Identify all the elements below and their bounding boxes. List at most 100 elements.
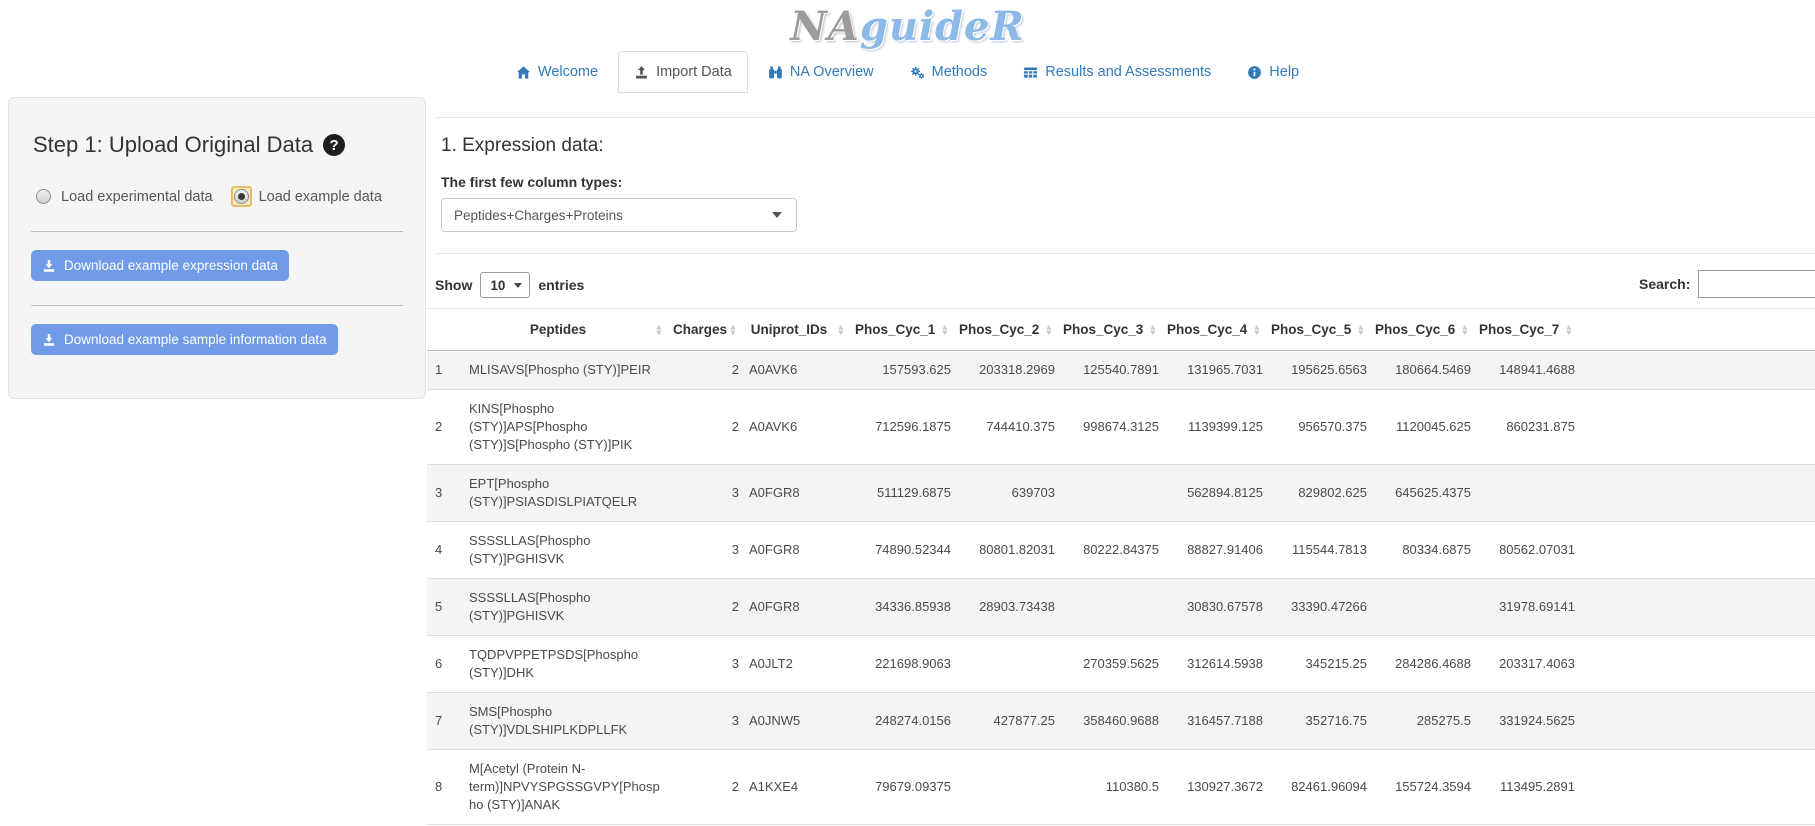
radio-circle-icon xyxy=(36,189,51,204)
entries-label: entries xyxy=(538,277,584,293)
peptide-cell: TQDPVPPETPSDS[Phospho (STY)]DHK xyxy=(461,636,667,693)
table-row: 5 SSSSLLAS[Phospho (STY)]PGHISVK 2 A0FGR… xyxy=(427,579,1815,636)
value-cell xyxy=(1369,579,1473,636)
value-cell: 28903.73438 xyxy=(953,579,1057,636)
column-header-peptides[interactable]: Peptides▲▼ xyxy=(461,309,667,351)
value-cell: 352716.75 xyxy=(1265,693,1369,750)
charge-cell: 3 xyxy=(667,465,741,522)
radio-label: Load experimental data xyxy=(61,189,213,205)
column-types-label: The first few column types: xyxy=(441,174,1815,190)
value-cell: 148941.4688 xyxy=(1473,351,1577,390)
row-number: 8 xyxy=(427,750,461,825)
column-header-phos-cyc-5[interactable]: Phos_Cyc_5▲▼ xyxy=(1265,309,1369,351)
search-input[interactable] xyxy=(1698,270,1815,298)
uniprot-cell: A0JNW5 xyxy=(741,693,849,750)
value-cell: 829802.625 xyxy=(1265,465,1369,522)
tab-na-overview[interactable]: NA Overview xyxy=(752,51,890,93)
peptide-cell: SSSSLLAS[Phospho (STY)]PGHISVK xyxy=(461,579,667,636)
value-cell: 1139399.125 xyxy=(1161,390,1265,465)
tab-label: Results and Assessments xyxy=(1045,64,1211,80)
radio-load-example[interactable]: Load example data xyxy=(231,186,382,207)
uniprot-cell: A0AVK6 xyxy=(741,351,849,390)
uniprot-cell: A0FGR8 xyxy=(741,579,849,636)
value-cell: 562894.8125 xyxy=(1161,465,1265,522)
page-length-control: Show 10 entries xyxy=(435,272,584,298)
row-number: 2 xyxy=(427,390,461,465)
peptide-cell: KINS[Phospho (STY)]APS[Phospho (STY)]S[P… xyxy=(461,390,667,465)
binoculars-icon xyxy=(768,65,783,80)
download-expression-data-button[interactable]: Download example expression data xyxy=(31,250,289,281)
row-number: 4 xyxy=(427,522,461,579)
value-cell: 248274.0156 xyxy=(849,693,953,750)
info-icon xyxy=(1247,65,1262,80)
value-cell: 80801.82031 xyxy=(953,522,1057,579)
sort-icon: ▲▼ xyxy=(729,323,737,336)
value-cell: 155724.3594 xyxy=(1369,750,1473,825)
value-cell: 203317.4063 xyxy=(1473,636,1577,693)
spacer-cell xyxy=(1577,693,1815,750)
radio-load-experimental[interactable]: Load experimental data xyxy=(33,186,213,207)
column-header-phos-cyc-3[interactable]: Phos_Cyc_3▲▼ xyxy=(1057,309,1161,351)
button-label: Download example expression data xyxy=(64,258,278,273)
column-types-select[interactable]: Peptides+Charges+Proteins xyxy=(441,198,797,232)
value-cell: 115544.7813 xyxy=(1265,522,1369,579)
spacer-cell xyxy=(1577,636,1815,693)
divider xyxy=(435,253,1815,254)
value-cell: 88827.91406 xyxy=(1161,522,1265,579)
value-cell: 1120045.625 xyxy=(1369,390,1473,465)
row-number: 6 xyxy=(427,636,461,693)
caret-down-icon xyxy=(772,212,782,218)
tab-welcome[interactable]: Welcome xyxy=(500,51,614,93)
sort-icon: ▲▼ xyxy=(1149,323,1157,336)
peptide-cell: EPT[Phospho (STY)]PSIASDISLPIATQELR xyxy=(461,465,667,522)
charge-cell: 3 xyxy=(667,636,741,693)
value-cell: 956570.375 xyxy=(1265,390,1369,465)
table-header-row: Peptides▲▼ Charges▲▼ Uniprot_IDs▲▼ Phos_… xyxy=(427,309,1815,351)
value-cell: 34336.85938 xyxy=(849,579,953,636)
logo-part-gray: NA xyxy=(790,3,860,50)
column-header-charges[interactable]: Charges▲▼ xyxy=(667,309,741,351)
tab-help[interactable]: Help xyxy=(1231,51,1315,93)
search-label: Search: xyxy=(1639,276,1690,292)
value-cell: 82461.96094 xyxy=(1265,750,1369,825)
value-cell: 131965.7031 xyxy=(1161,351,1265,390)
spacer-cell xyxy=(1577,351,1815,390)
uniprot-cell: A1KXE4 xyxy=(741,750,849,825)
table-controls: Show 10 entries Search: xyxy=(427,270,1815,306)
app-logo: NAguideR xyxy=(0,0,1815,49)
tab-methods[interactable]: Methods xyxy=(894,51,1004,93)
question-help-icon[interactable]: ? xyxy=(323,134,345,156)
column-header-uniprot-ids[interactable]: Uniprot_IDs▲▼ xyxy=(741,309,849,351)
show-label: Show xyxy=(435,277,472,293)
download-sample-information-button[interactable]: Download example sample information data xyxy=(31,324,338,355)
table-row: 4 SSSSLLAS[Phospho (STY)]PGHISVK 3 A0FGR… xyxy=(427,522,1815,579)
uniprot-cell: A0FGR8 xyxy=(741,522,849,579)
tab-import-data[interactable]: Import Data xyxy=(618,51,748,93)
table-row: 6 TQDPVPPETPSDS[Phospho (STY)]DHK 3 A0JL… xyxy=(427,636,1815,693)
value-cell: 125540.7891 xyxy=(1057,351,1161,390)
value-cell: 331924.5625 xyxy=(1473,693,1577,750)
column-header-phos-cyc-2[interactable]: Phos_Cyc_2▲▼ xyxy=(953,309,1057,351)
gears-icon xyxy=(910,65,925,80)
charge-cell: 2 xyxy=(667,579,741,636)
column-header-phos-cyc-1[interactable]: Phos_Cyc_1▲▼ xyxy=(849,309,953,351)
upload-panel: Step 1: Upload Original Data ? Load expe… xyxy=(8,97,426,399)
uniprot-cell: A0JLT2 xyxy=(741,636,849,693)
download-icon xyxy=(42,259,56,273)
column-header-phos-cyc-6[interactable]: Phos_Cyc_6▲▼ xyxy=(1369,309,1473,351)
value-cell: 358460.9688 xyxy=(1057,693,1161,750)
charge-cell: 2 xyxy=(667,390,741,465)
column-header-phos-cyc-7[interactable]: Phos_Cyc_7▲▼ xyxy=(1473,309,1577,351)
tab-results-assessments[interactable]: Results and Assessments xyxy=(1007,51,1227,93)
column-header-spacer xyxy=(1577,309,1815,351)
charge-cell: 2 xyxy=(667,351,741,390)
sort-icon: ▲▼ xyxy=(837,323,845,336)
column-types-selected-value: Peptides+Charges+Proteins xyxy=(454,208,623,223)
value-cell: 203318.2969 xyxy=(953,351,1057,390)
peptide-cell: M[Acetyl (Protein N-term)]NPVYSPGSSGVPY[… xyxy=(461,750,667,825)
charge-cell: 2 xyxy=(667,750,741,825)
value-cell: 130927.3672 xyxy=(1161,750,1265,825)
column-header-phos-cyc-4[interactable]: Phos_Cyc_4▲▼ xyxy=(1161,309,1265,351)
page-length-select[interactable]: 10 xyxy=(480,272,530,298)
tab-label: NA Overview xyxy=(790,64,874,80)
